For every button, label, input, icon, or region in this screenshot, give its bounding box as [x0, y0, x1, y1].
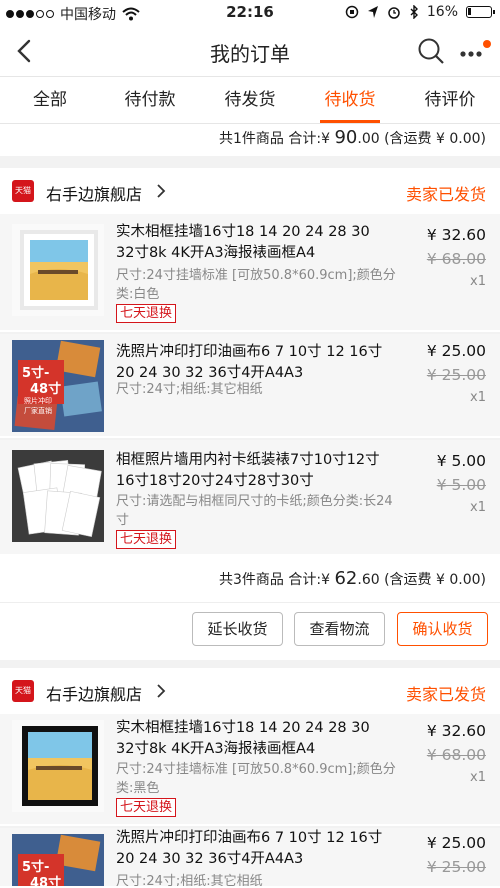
tab-pending-receipt[interactable]: 待收货: [300, 77, 400, 123]
order-item[interactable]: 实木相框挂墙16寸18 14 20 24 28 30 32寸8k 4K开A3海报…: [0, 214, 500, 332]
original-price: ¥ 68.00: [426, 250, 486, 268]
shop-name[interactable]: 右手边旗舰店: [46, 181, 142, 205]
order-item[interactable]: 实木相框挂墙16寸18 14 20 24 28 30 32寸8k 4K开A3海报…: [0, 714, 500, 826]
order-item[interactable]: 5寸- 48寸 照片冲印 厂家直销 洗照片冲印打印油画布6 7 10寸 12 1…: [0, 334, 500, 438]
tab-pending-payment[interactable]: 待付款: [100, 77, 200, 123]
tmall-badge: 天猫: [12, 680, 34, 702]
product-thumbnail: 5寸- 48寸 照片冲印 厂家直销: [12, 340, 104, 432]
order-status: 卖家已发货: [405, 185, 486, 204]
product-thumbnail: [12, 224, 104, 316]
product-title[interactable]: 实木相框挂墙16寸18 14 20 24 28 30 32寸8k 4K开A3海报…: [116, 718, 386, 760]
order-footer: 共3件商品 合计:¥ 62.60 (含运费 ¥ 0.00) 延长收货 查看物流 …: [0, 556, 500, 660]
product-title[interactable]: 实木相框挂墙16寸18 14 20 24 28 30 32寸8k 4K开A3海报…: [116, 222, 386, 264]
tab-pending-shipment[interactable]: 待发货: [200, 77, 300, 123]
chevron-right-icon: [157, 684, 166, 698]
product-title[interactable]: 洗照片冲印打印油画布6 7 10寸 12 16寸 20 24 30 32 36寸…: [116, 828, 386, 870]
product-price: ¥ 32.60: [426, 722, 486, 740]
product-spec: 尺寸:24寸;相纸:其它相纸: [116, 382, 263, 397]
product-spec: 尺寸:请选配与相框同尺寸的卡纸;颜色分类:长24寸: [116, 494, 393, 528]
refund-tag: 七天退换: [116, 304, 177, 323]
extend-receipt-button[interactable]: 延长收货: [192, 612, 283, 646]
bluetooth-icon: [410, 5, 418, 19]
thumb-caption: 48寸: [30, 382, 62, 397]
product-title[interactable]: 相框照片墙用内衬卡纸装裱7寸10寸12寸16寸18寸20寸24寸28寸30寸: [116, 450, 386, 492]
alarm-icon: [388, 7, 400, 19]
tmall-badge: 天猫: [12, 180, 34, 202]
order-item[interactable]: 相框照片墙用内衬卡纸装裱7寸10寸12寸16寸18寸20寸24寸28寸30寸 尺…: [0, 440, 500, 556]
product-spec: 尺寸:24寸挂墙标准 [可放50.8*60.9cm];颜色分类:黑色: [116, 762, 396, 796]
order-tabs: 全部 待付款 待发货 待收货 待评价: [0, 76, 500, 124]
product-spec: 尺寸:24寸挂墙标准 [可放50.8*60.9cm];颜色分类:白色: [116, 268, 396, 302]
original-price: ¥ 25.00: [426, 366, 486, 384]
location-icon: [367, 6, 378, 18]
shop-header[interactable]: 天猫 右手边旗舰店 卖家已发货: [0, 668, 500, 714]
order-total-line: 共3件商品 合计:¥ 62.60 (含运费 ¥ 0.00): [219, 568, 486, 589]
tab-pending-review[interactable]: 待评价: [400, 77, 500, 123]
product-quantity: x1: [470, 770, 486, 785]
search-icon[interactable]: [416, 36, 446, 66]
order-total-line: 共1件商品 合计:¥ 90.00 (含运费 ¥ 0.00): [219, 127, 486, 148]
prev-order-summary: 共1件商品 合计:¥ 90.00 (含运费 ¥ 0.00): [0, 124, 500, 156]
product-thumbnail: 5寸- 48寸: [12, 834, 104, 888]
product-quantity: x1: [470, 274, 486, 289]
tab-all[interactable]: 全部: [0, 77, 100, 123]
thumb-caption: 照片冲印: [24, 397, 52, 405]
original-price: ¥ 5.00: [436, 476, 486, 494]
view-logistics-button[interactable]: 查看物流: [294, 612, 385, 646]
order-item[interactable]: 5寸- 48寸 洗照片冲印打印油画布6 7 10寸 12 16寸 20 24 3…: [0, 828, 500, 888]
more-dots-icon[interactable]: [458, 38, 494, 64]
product-thumbnail: [12, 450, 104, 542]
chevron-right-icon: [157, 184, 166, 198]
status-bar: 中国移动 22:16 16%: [0, 0, 500, 26]
product-price: ¥ 5.00: [436, 452, 486, 470]
refund-tag: 七天退换: [116, 798, 177, 817]
nav-bar: 我的订单: [0, 26, 500, 76]
battery-icon: [466, 6, 495, 18]
product-spec: 尺寸:24寸;相纸:其它相纸: [116, 874, 263, 888]
product-quantity: x1: [470, 500, 486, 515]
product-price: ¥ 25.00: [426, 834, 486, 852]
product-price: ¥ 32.60: [426, 226, 486, 244]
battery-percent: 16%: [426, 4, 458, 20]
product-thumbnail: [12, 720, 104, 812]
product-price: ¥ 25.00: [426, 342, 486, 360]
shop-header[interactable]: 天猫 右手边旗舰店 卖家已发货: [0, 168, 500, 214]
original-price: ¥ 68.00: [426, 746, 486, 764]
thumb-caption: 厂家直销: [24, 407, 52, 415]
order-status: 卖家已发货: [405, 685, 486, 704]
rotation-lock-icon: [345, 5, 359, 19]
product-quantity: x1: [470, 390, 486, 405]
original-price: ¥ 25.00: [426, 858, 486, 876]
product-title[interactable]: 洗照片冲印打印油画布6 7 10寸 12 16寸 20 24 30 32 36寸…: [116, 342, 386, 384]
confirm-receipt-button[interactable]: 确认收货: [397, 612, 488, 646]
shop-name[interactable]: 右手边旗舰店: [46, 681, 142, 705]
refund-tag: 七天退换: [116, 530, 177, 549]
thumb-caption: 48寸: [30, 876, 62, 888]
